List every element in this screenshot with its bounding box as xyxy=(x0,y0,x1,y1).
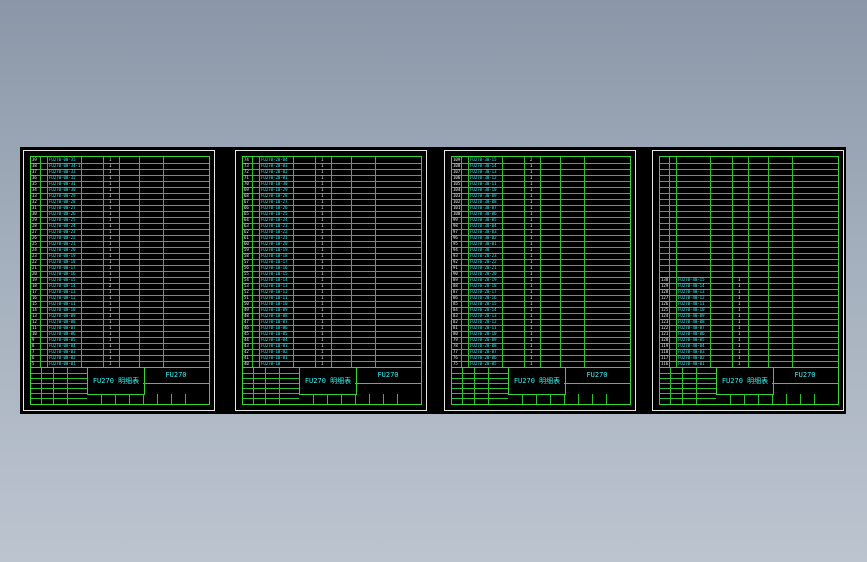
drawing-title: FU270 明细表 xyxy=(87,368,145,395)
title-block-rule xyxy=(243,388,299,389)
title-block-rule xyxy=(31,388,87,389)
title-block: FU270 明细表 FU270 xyxy=(452,367,630,404)
drawing-title: FU270 明细表 xyxy=(299,368,357,395)
sheet-frame: 130 FU270-40-15 1 129 FU270-40-14 1 128 FU270-4… xyxy=(659,156,839,405)
title-block-grid xyxy=(660,368,716,404)
title-block-rule xyxy=(536,394,537,404)
bom-sheet-4[interactable]: 130 FU270-40-15 1 129 FU270-40-14 1 128 FU270-4… xyxy=(652,150,844,411)
title-block-rule xyxy=(341,394,342,404)
title-block-rule xyxy=(31,383,87,384)
title-block-rule xyxy=(488,368,489,404)
title-block-rule xyxy=(243,373,299,374)
title-block-rule xyxy=(171,394,172,404)
title-block-rule xyxy=(157,394,158,404)
title-block-rule xyxy=(696,368,697,404)
title-block-grid xyxy=(452,368,508,404)
title-block-rule xyxy=(253,368,254,404)
title-block-rule xyxy=(185,394,186,404)
title-block-rule xyxy=(243,378,299,379)
title-block-rule xyxy=(452,383,508,384)
title-block-rule xyxy=(41,368,42,404)
title-block-rule xyxy=(243,393,299,394)
title-block-rule xyxy=(592,394,593,404)
bom-table: 109 FU270-30-15 2 108 FU270-30-14 1 107 FU270-3… xyxy=(452,157,630,368)
bom-sheet-2[interactable]: 74 FU270-20-04 1 73 FU270-20-03 1 72 FU270-20-0… xyxy=(235,150,427,411)
title-block-rule xyxy=(243,398,299,399)
title-block-rule xyxy=(660,373,716,374)
title-block-rule xyxy=(67,368,68,404)
title-block-rule xyxy=(462,368,463,404)
title-block-rule xyxy=(814,394,815,404)
title-block-footer xyxy=(716,394,838,404)
title-block-rule xyxy=(660,388,716,389)
drawing-code: FU270 xyxy=(772,368,838,384)
title-block-rule xyxy=(31,378,87,379)
title-block-rule xyxy=(452,388,508,389)
title-block-rule xyxy=(383,394,384,404)
drawing-title: FU270 明细表 xyxy=(716,368,774,395)
title-block-rule xyxy=(115,394,116,404)
title-block-rule xyxy=(313,394,314,404)
title-block-rule xyxy=(129,394,130,404)
title-block-rule xyxy=(522,394,523,404)
title-block-rule xyxy=(452,373,508,374)
title-block-rule xyxy=(31,393,87,394)
title-block-rule xyxy=(327,394,328,404)
sheet-frame: 74 FU270-20-04 1 73 FU270-20-03 1 72 FU270-20-0… xyxy=(242,156,422,405)
bom-sheet-3[interactable]: 109 FU270-30-15 2 108 FU270-30-14 1 107 FU270-3… xyxy=(444,150,636,411)
title-block-rule xyxy=(660,383,716,384)
title-block-rule xyxy=(452,398,508,399)
title-block-rule xyxy=(397,394,398,404)
title-block: FU270 明细表 FU270 xyxy=(31,367,209,404)
title-block-rule xyxy=(800,394,801,404)
title-block-grid xyxy=(31,368,87,404)
title-block-rule xyxy=(670,368,671,404)
bom-table: 130 FU270-40-15 1 129 FU270-40-14 1 128 FU270-4… xyxy=(660,157,838,368)
title-block-rule xyxy=(744,394,745,404)
title-block-rule xyxy=(564,394,565,404)
bom-table: 74 FU270-20-04 1 73 FU270-20-03 1 72 FU270-20-0… xyxy=(243,157,421,368)
title-block-rule xyxy=(53,368,54,404)
title-block-rule xyxy=(452,378,508,379)
title-block-footer xyxy=(87,394,209,404)
sheet-frame: 109 FU270-30-15 2 108 FU270-30-14 1 107 FU270-3… xyxy=(451,156,631,405)
title-block-rule xyxy=(660,378,716,379)
drawing-code: FU270 xyxy=(564,368,630,384)
title-block-rule xyxy=(243,383,299,384)
bom-table: 39 FU270-00-35 1 38 FU270-00-34-1 1 37 FU270-00… xyxy=(31,157,209,368)
sheet-frame: 39 FU270-00-35 1 38 FU270-00-34-1 1 37 FU270-00… xyxy=(30,156,210,405)
title-block: FU270 明细表 FU270 xyxy=(660,367,838,404)
title-block-rule xyxy=(578,394,579,404)
title-block-rule xyxy=(452,393,508,394)
title-block-rule xyxy=(31,373,87,374)
title-block-rule xyxy=(730,394,731,404)
title-block-grid xyxy=(243,368,299,404)
title-block-footer xyxy=(508,394,630,404)
title-block-rule xyxy=(279,368,280,404)
title-block-rule xyxy=(101,394,102,404)
title-block-rule xyxy=(758,394,759,404)
title-block-rule xyxy=(606,394,607,404)
title-block-footer xyxy=(299,394,421,404)
title-block-rule xyxy=(369,394,370,404)
title-block-rule xyxy=(31,398,87,399)
title-block-rule xyxy=(660,398,716,399)
title-block-rule xyxy=(682,368,683,404)
bom-sheet-1[interactable]: 39 FU270-00-35 1 38 FU270-00-34-1 1 37 FU270-00… xyxy=(23,150,215,411)
title-block-rule xyxy=(265,368,266,404)
title-block: FU270 明细表 FU270 xyxy=(243,367,421,404)
drawing-title: FU270 明细表 xyxy=(508,368,566,395)
drawing-code: FU270 xyxy=(355,368,421,384)
drawing-canvas[interactable]: 39 FU270-00-35 1 38 FU270-00-34-1 1 37 FU270-00… xyxy=(20,147,846,414)
title-block-rule xyxy=(660,393,716,394)
drawing-code: FU270 xyxy=(143,368,209,384)
title-block-rule xyxy=(143,394,144,404)
title-block-rule xyxy=(355,394,356,404)
title-block-rule xyxy=(772,394,773,404)
title-block-rule xyxy=(550,394,551,404)
title-block-rule xyxy=(786,394,787,404)
title-block-rule xyxy=(474,368,475,404)
